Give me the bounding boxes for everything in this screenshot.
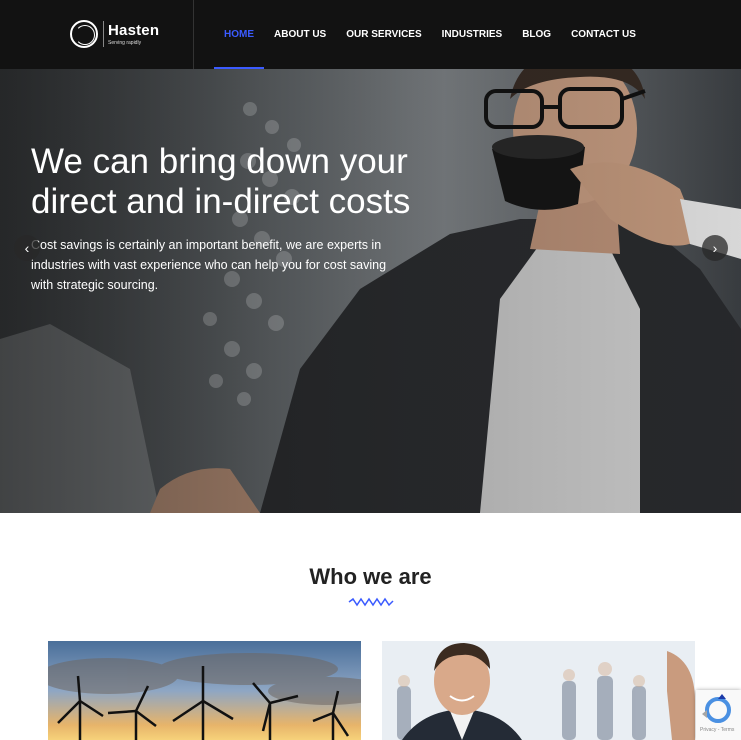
nav-contact-us[interactable]: CONTACT US [571, 29, 636, 40]
brand-logo[interactable]: Hasten Serving rapidly [70, 20, 159, 48]
nav-our-services[interactable]: OUR SERVICES [346, 29, 421, 40]
hero-title: We can bring down your direct and in-dir… [31, 142, 411, 221]
slider-next-button[interactable]: › [702, 235, 728, 261]
logo-circle-icon [70, 20, 98, 48]
nav-about-us[interactable]: ABOUT US [274, 29, 326, 40]
brand-name: Hasten [108, 21, 160, 39]
slider-prev-button[interactable]: ‹ [14, 235, 40, 261]
nav-home[interactable]: HOME [224, 29, 254, 40]
wave-divider-icon [348, 597, 394, 607]
recaptcha-badge[interactable]: Privacy - Terms [696, 690, 741, 740]
logo-divider [103, 21, 104, 47]
main-nav: HOME ABOUT US OUR SERVICES INDUSTRIES BL… [224, 29, 656, 40]
hero-slider: We can bring down your direct and in-dir… [0, 69, 741, 513]
brand-tagline: Serving rapidly [108, 39, 142, 46]
nav-blog[interactable]: BLOG [522, 29, 551, 40]
chevron-right-icon: › [712, 240, 718, 256]
section-title: Who we are [309, 564, 432, 589]
hero-subtitle: Cost savings is certainly an important b… [31, 238, 387, 292]
card-image-wind-turbines[interactable] [48, 641, 361, 740]
recaptcha-icon [702, 694, 731, 723]
logo-text: Hasten Serving rapidly [108, 23, 159, 46]
wind-turbines-image [48, 641, 361, 740]
site-header: Hasten Serving rapidly HOME ABOUT US OUR… [0, 0, 741, 69]
nav-industries[interactable]: INDUSTRIES [442, 29, 503, 40]
recaptcha-text: Privacy - Terms [700, 727, 735, 733]
business-team-image [382, 641, 695, 740]
chevron-left-icon: ‹ [24, 240, 30, 256]
header-separator [193, 0, 194, 69]
card-image-business-team[interactable] [382, 641, 695, 740]
